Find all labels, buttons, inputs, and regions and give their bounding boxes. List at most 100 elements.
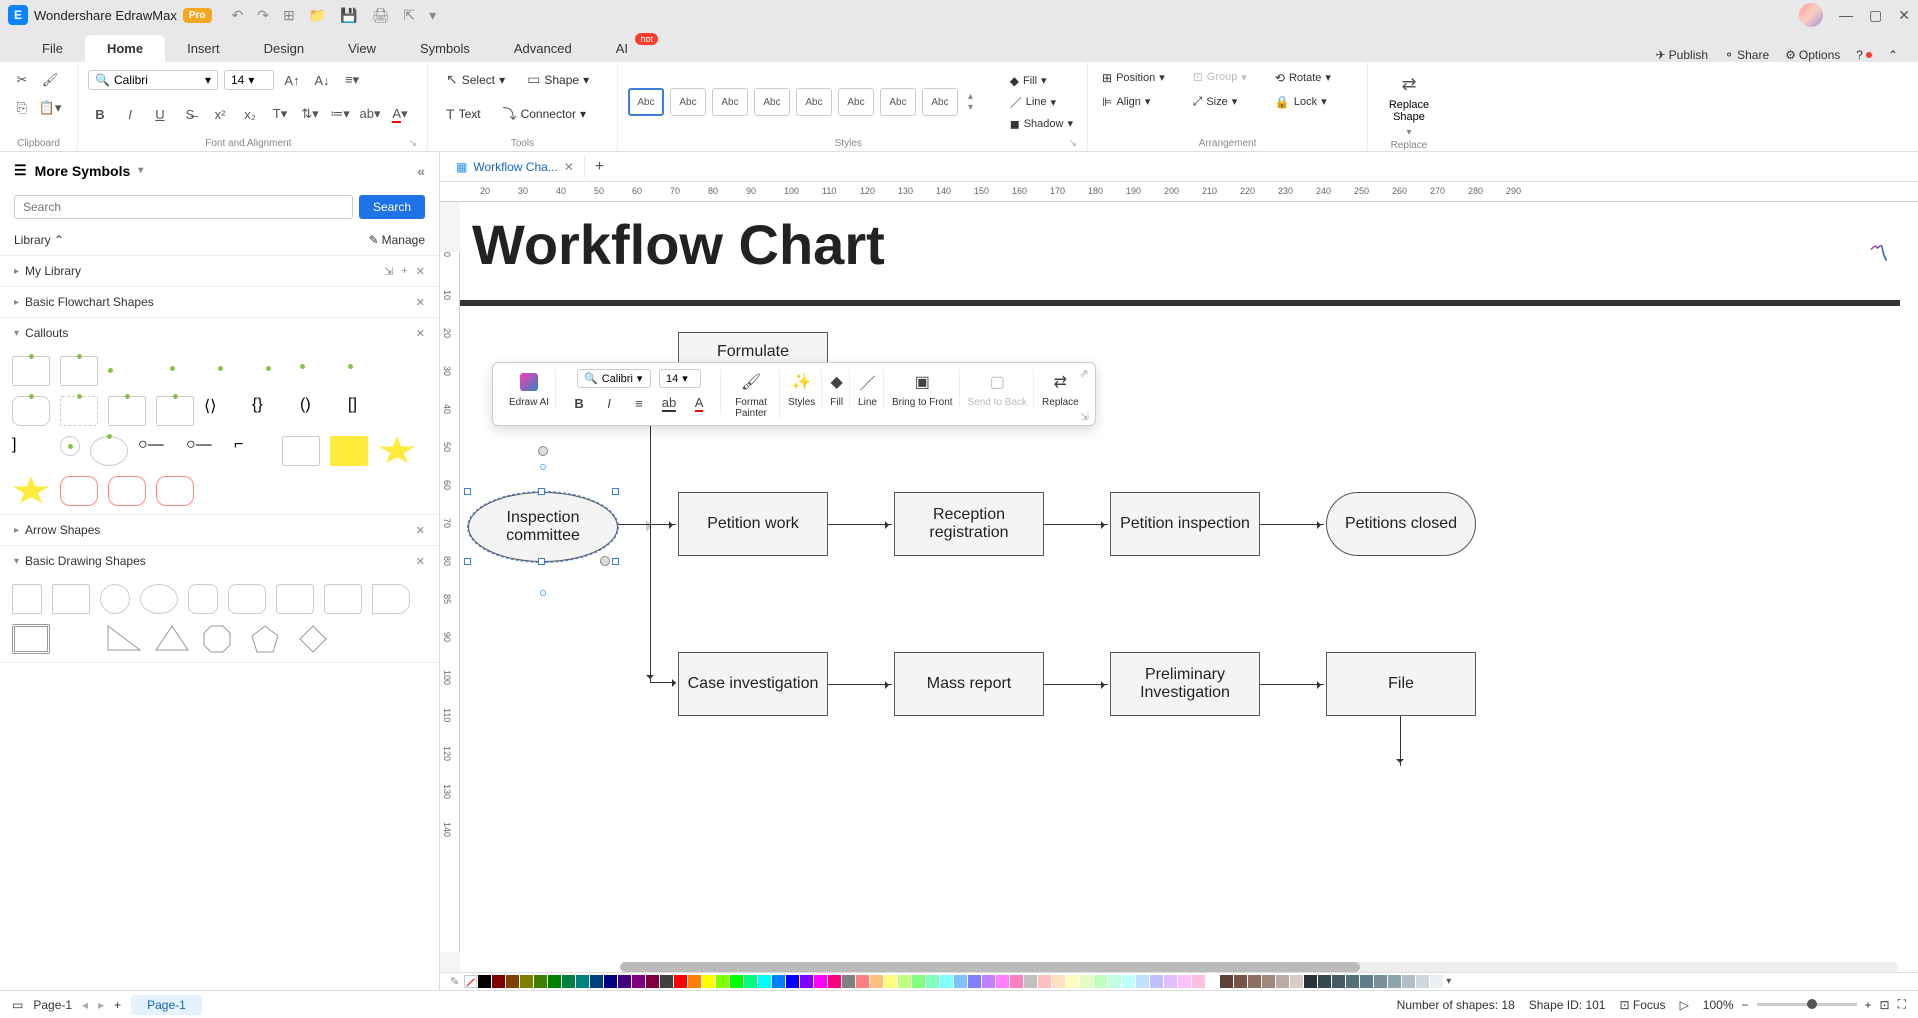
callout-ellipse[interactable] [90,436,128,466]
document-tab[interactable]: ▦ Workflow Cha... ✕ [446,156,585,178]
callout-brace[interactable]: {} [252,396,290,426]
color-swatch[interactable] [730,975,743,988]
node-file[interactable]: File [1326,652,1476,716]
shape-rect[interactable] [52,584,90,614]
page-layout-icon[interactable]: ▭ [12,998,23,1012]
italic-icon[interactable]: I [118,102,142,126]
color-swatch[interactable] [898,975,911,988]
resize-handle[interactable] [464,488,471,495]
callout-starburst[interactable] [378,436,416,466]
undo-icon[interactable]: ↶ [232,7,244,24]
rotate-button[interactable]: ⟲Rotate ▾ [1271,69,1335,87]
shape-rounded-square[interactable] [188,584,218,614]
color-swatch[interactable] [1416,975,1429,988]
color-swatch[interactable] [912,975,925,988]
text-case-icon[interactable]: T▾ [268,102,292,126]
style-swatch[interactable]: Abc [670,88,706,116]
color-swatch[interactable] [618,975,631,988]
minimize-icon[interactable]: — [1839,7,1853,23]
export-icon[interactable]: ⇱ [403,7,415,24]
color-swatch[interactable] [1052,975,1065,988]
highlight-icon[interactable]: ab▾ [358,102,382,126]
connector[interactable] [1044,524,1108,525]
user-avatar[interactable] [1799,3,1823,27]
callout-shape[interactable] [60,356,98,386]
callout-square-bracket[interactable]: [] [348,396,386,426]
tab-home[interactable]: Home [85,35,165,62]
expand-icon[interactable]: ⇲ [1080,412,1088,423]
collapse-ribbon-icon[interactable]: ⌃ [1888,48,1898,62]
callout-tag-pink[interactable] [60,476,98,506]
align-button[interactable]: ⊫Align ▾ [1098,93,1169,111]
connector[interactable] [1260,524,1324,525]
replace-shape-icon[interactable]: ⇄ [1401,74,1416,95]
ft-replace-label[interactable]: Replace [1042,397,1079,408]
help-icon[interactable]: ? [1856,48,1872,62]
color-swatch[interactable] [702,975,715,988]
node-case-investigation[interactable]: Case investigation [678,652,828,716]
color-swatch[interactable] [1402,975,1415,988]
close-tab-icon[interactable]: ✕ [564,160,574,174]
resize-handle[interactable] [538,558,545,565]
color-swatch[interactable] [548,975,561,988]
focus-button[interactable]: ⊡ Focus [1619,998,1665,1012]
color-swatch[interactable] [1388,975,1401,988]
tab-design[interactable]: Design [242,35,326,62]
color-swatch[interactable] [870,975,883,988]
add-tab-button[interactable]: + [585,158,614,176]
style-swatch[interactable]: Abc [880,88,916,116]
color-swatch[interactable] [1178,975,1191,988]
color-swatch[interactable] [1038,975,1051,988]
connect-hint-right-icon[interactable] [646,520,658,532]
shape-half-round[interactable] [372,584,410,614]
ft-line-label[interactable]: Line [858,397,877,408]
color-swatch[interactable] [1290,975,1303,988]
bullet-list-icon[interactable]: ≔▾ [328,102,352,126]
connector-tool-button[interactable]: ⤵Connector ▾ [495,101,594,127]
color-swatch[interactable] [814,975,827,988]
font-size-select[interactable]: 14 ▾ [224,70,274,90]
color-swatch[interactable] [492,975,505,988]
prev-page-icon[interactable]: ◂ [82,998,88,1012]
node-reception-registration[interactable]: Reception registration [894,492,1044,556]
tab-view[interactable]: View [326,35,398,62]
shape-frame[interactable] [12,624,50,654]
callout-line[interactable] [300,356,338,386]
zoom-slider[interactable] [1757,1003,1857,1006]
redo-icon[interactable]: ↷ [257,7,269,24]
color-swatch[interactable] [1304,975,1317,988]
callout-shape[interactable] [12,356,50,386]
new-icon[interactable]: ⊞ [283,7,295,24]
fit-page-icon[interactable]: ⊡ [1880,998,1890,1012]
color-swatch[interactable] [1066,975,1079,988]
zoom-out-icon[interactable]: − [1742,998,1749,1012]
color-swatch[interactable] [1010,975,1023,988]
symbol-search-button[interactable]: Search [359,195,425,219]
connector[interactable] [828,684,892,685]
page-tab[interactable]: Page-1 [131,995,202,1015]
font-name-select[interactable]: 🔍 Calibri▾ [88,70,218,90]
callout-line[interactable] [108,356,146,386]
color-swatch[interactable] [856,975,869,988]
bring-front-icon[interactable]: ▣ [915,369,930,395]
node-preliminary-investigation[interactable]: Preliminary Investigation [1110,652,1260,716]
color-swatch[interactable] [1360,975,1373,988]
strikethrough-icon[interactable]: S̶ [178,102,202,126]
style-swatch[interactable]: Abc [838,88,874,116]
horizontal-scrollbar[interactable] [620,962,1898,972]
color-swatch[interactable] [646,975,659,988]
color-swatch[interactable] [674,975,687,988]
underline-icon[interactable]: U [148,102,172,126]
callout-dashed[interactable] [60,396,98,426]
section-my-library[interactable]: My Library ⇲+✕ [0,256,439,286]
styles-scroll-icon[interactable]: ▴▾ [968,91,973,113]
color-swatch[interactable] [562,975,575,988]
color-swatch[interactable] [1262,975,1275,988]
color-swatch[interactable] [1136,975,1149,988]
tab-advanced[interactable]: Advanced [492,35,594,62]
shadow-button[interactable]: ◼Shadow ▾ [1006,115,1077,133]
symbol-search-input[interactable] [14,195,353,219]
color-swatch[interactable] [576,975,589,988]
options-button[interactable]: ⚙ Options [1785,48,1840,62]
align-text-icon[interactable]: ≡▾ [340,68,364,92]
